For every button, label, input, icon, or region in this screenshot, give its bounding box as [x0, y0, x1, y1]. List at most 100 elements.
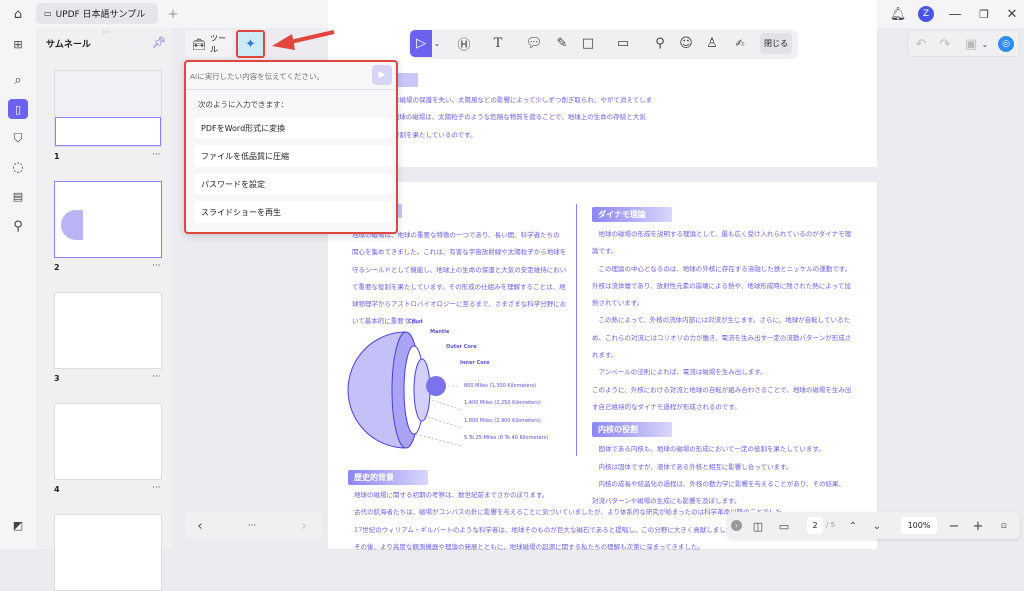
zoom-out-icon[interactable]: − [945, 516, 963, 536]
text-line: その後、より高度な観測機器や理論の発展とともに、地球磁場の起源に関する私たちの理… [354, 542, 704, 551]
zoom-in-icon[interactable]: + [969, 516, 987, 536]
text-line: 外核は流体層であり、放射性元素の崩壊による熱や、地球形成時に残された熱によって加 [592, 281, 851, 290]
measure-tool-icon[interactable]: ▭ [612, 30, 634, 57]
presentation-icon[interactable]: ▭ [775, 516, 793, 536]
more-icon[interactable]: ··· [152, 261, 161, 271]
actual-size-icon[interactable]: ⊡ [995, 516, 1013, 536]
chevron-left-icon[interactable]: ‹ [191, 516, 209, 536]
stamp-tool-icon[interactable]: ♙ [702, 30, 722, 57]
next-page-icon[interactable]: ⌄ [869, 516, 885, 536]
send-button[interactable]: ▶ [372, 65, 392, 85]
attachment-tool-icon[interactable]: ⚲ [650, 30, 670, 57]
zoom-level[interactable]: 100% [901, 517, 937, 534]
bell-icon[interactable]: 🔔︎ [889, 4, 907, 24]
suggestion-item[interactable]: スライドショーを再生 [194, 201, 392, 223]
signature-tool-icon[interactable]: ✍︎ [728, 30, 752, 57]
history-section: 歴史的背景 地球の磁場に関する初期の考察は、数世紀前までさかのぼります。 古代の… [348, 465, 873, 556]
page-thumbnail-2[interactable] [54, 181, 162, 258]
suggestion-item[interactable]: PDFをWord形式に変換 [194, 117, 392, 139]
undo-icon[interactable]: ↶ [912, 34, 930, 54]
collapse-icon[interactable]: › [731, 520, 742, 531]
more-icon[interactable]: ··· [152, 483, 161, 493]
text-line: め、これらの対流にはコリオリの力が働き、電流を生み出す一定の流動パターンが形成さ [592, 333, 852, 342]
shape-tool-icon[interactable]: □ [578, 30, 598, 57]
pencil-tool-icon[interactable]: ✎ [552, 30, 572, 57]
text-line: れます。 [592, 351, 618, 360]
page-thumbnail-1[interactable] [54, 70, 162, 147]
document-tab[interactable]: ▭ UPDF 日本語サンプル [36, 3, 158, 24]
page1-text: 大気は磁場の保護を失い、太陽風などの影響によって少しずつ削ぎ取られ、やがて消えて… [380, 92, 860, 144]
page-thumbnail-5[interactable] [54, 514, 162, 591]
current-page-input[interactable]: 2 [807, 517, 823, 534]
previous-page-icon[interactable]: ⌃ [845, 516, 861, 536]
close-toolbar-button[interactable]: 閉じる [760, 33, 792, 54]
thumbnails-icon[interactable]: ▯ [8, 99, 28, 119]
ai-assistant-button[interactable]: ✦ [236, 30, 265, 58]
pdf-page-2: 地球の磁場は、地球の重要な特徴の一つであり、長い間、科学者たちの 関心を集めてき… [328, 182, 877, 551]
sparkle-icon: ✦ [245, 36, 256, 52]
redo-icon[interactable]: ↷ [936, 34, 954, 54]
home-icon[interactable]: ⌂ [8, 4, 28, 24]
sticker-tool-icon[interactable]: ☺ [676, 30, 696, 57]
restore-icon[interactable]: ❐ [975, 4, 993, 24]
page-layout-icon[interactable]: ◫ [749, 516, 767, 536]
label-depth: 1,400 Miles (2,250 Kilometers) [464, 400, 541, 406]
suggestion-item[interactable]: パスワードを設定 [194, 173, 392, 195]
divider [186, 89, 396, 90]
close-icon[interactable]: ✕ [1003, 4, 1021, 24]
more-icon[interactable]: ··· [243, 516, 261, 536]
search-icon[interactable]: ⌕ [8, 70, 28, 90]
ai-prompt-input[interactable] [190, 66, 368, 86]
chevron-right-icon[interactable]: › [295, 516, 313, 536]
page-number: 4 [54, 485, 60, 494]
label-depth: 1,800 Miles (2,900 Kilometers) [464, 418, 541, 424]
history-toolbar: ↶ ↷ ▣ ⌄ ◎ [907, 30, 1020, 57]
save-icon[interactable]: ▣ [962, 34, 980, 54]
comment-tool-icon[interactable]: 💬︎ [524, 30, 544, 57]
left-rail: ⊞ ⌕ ▯ ⛉ ◌ ▤ ⚲ ◩ [0, 28, 36, 549]
highlight-tool-icon[interactable]: Ⓗ [454, 30, 474, 57]
send-icon: ▶ [378, 70, 386, 80]
text-line: 大気は磁場の保護を失い、太陽風などの影響によって少しずつ削ぎ取られ、やがて消えて… [380, 96, 653, 104]
text-line: す自己維持的なダイナモ過程が形成されるのです。 [592, 402, 741, 411]
comment-icon: ▭ [44, 9, 52, 18]
text-tool-icon[interactable]: T [488, 30, 508, 57]
new-tab-icon[interactable]: + [164, 4, 182, 24]
resize-handle[interactable]: ··· [102, 28, 110, 37]
earth-layers-illustration [347, 331, 463, 449]
ai-logo-icon[interactable]: ◎ [998, 36, 1014, 52]
suggestion-item[interactable]: ファイルを低品質に圧縮 [194, 145, 392, 167]
page-thumbnail-3[interactable] [54, 292, 162, 369]
chevron-down-icon[interactable]: ⌄ [432, 30, 442, 57]
attachment-icon[interactable]: ⚲ [8, 216, 28, 236]
select-tool-icon[interactable]: ▷ [410, 30, 432, 57]
page-scroll-nav: ‹ ··· › [185, 512, 322, 539]
avatar[interactable]: Z [918, 6, 934, 22]
tools-button[interactable]: 🧰︎ ツール [185, 30, 233, 58]
minimize-icon[interactable]: — [946, 4, 964, 24]
text-line: 関心を集めてきました。これは、有害な宇宙放射線や太陽粒子から地球を [352, 248, 567, 257]
layers-icon[interactable]: ◩ [8, 515, 28, 535]
form-icon[interactable]: ▤ [8, 186, 28, 206]
page-thumbnail-4[interactable] [54, 403, 162, 480]
text-line: 地球の磁場の形成を説明する理論として、最も広く受け入れられているのがダイナモ理 [592, 230, 852, 238]
comment-icon[interactable]: ◌ [8, 157, 28, 177]
ai-hint: 次のように入力できます： [198, 100, 288, 109]
section-heading: 内核の役割 [592, 422, 672, 438]
more-icon[interactable]: ··· [152, 372, 161, 382]
more-icon[interactable]: ··· [152, 150, 161, 160]
annotation-toolbar: ▷ ⌄ Ⓗ T 💬︎ ✎ □ ▭ ⚲ ☺ ♙ ✍︎ 閉じる [410, 30, 797, 57]
pdf-page-1: 大気は磁場の保護を失い、太陽風などの影響によって少しずつ削ぎ取られ、やがて消えて… [328, 0, 877, 167]
pin-icon[interactable]: 📌︎ [152, 35, 166, 49]
text-line: 地球の磁場に関する初期の考察は、数世紀前までさかのぼります。 [354, 491, 549, 499]
chevron-down-icon[interactable]: ⌄ [980, 34, 990, 54]
text-line: 論です。 [592, 247, 618, 256]
apps-grid-icon[interactable]: ⊞ [8, 34, 28, 54]
text-line: この理論の中心となるのは、地球の外核に存在する溶融した鉄とニッケルの運動です。 [592, 264, 852, 273]
section-heading: 歴史的背景 [348, 470, 428, 485]
bookmark-icon[interactable]: ⛉ [8, 128, 28, 148]
page-navigation-bar: › ◫ ▭ 2 / 5 ⌃ ⌄ 100% − + ⊡ [727, 512, 1020, 539]
text-line: 守るシールドとして機能し、地球上の生命の保護と大気の安定維持におい [352, 265, 567, 274]
label-outer-core: Outer Core [446, 344, 477, 350]
label-depth: 5 To 25 Miles (8 To 40 Kilometers) [464, 435, 549, 441]
